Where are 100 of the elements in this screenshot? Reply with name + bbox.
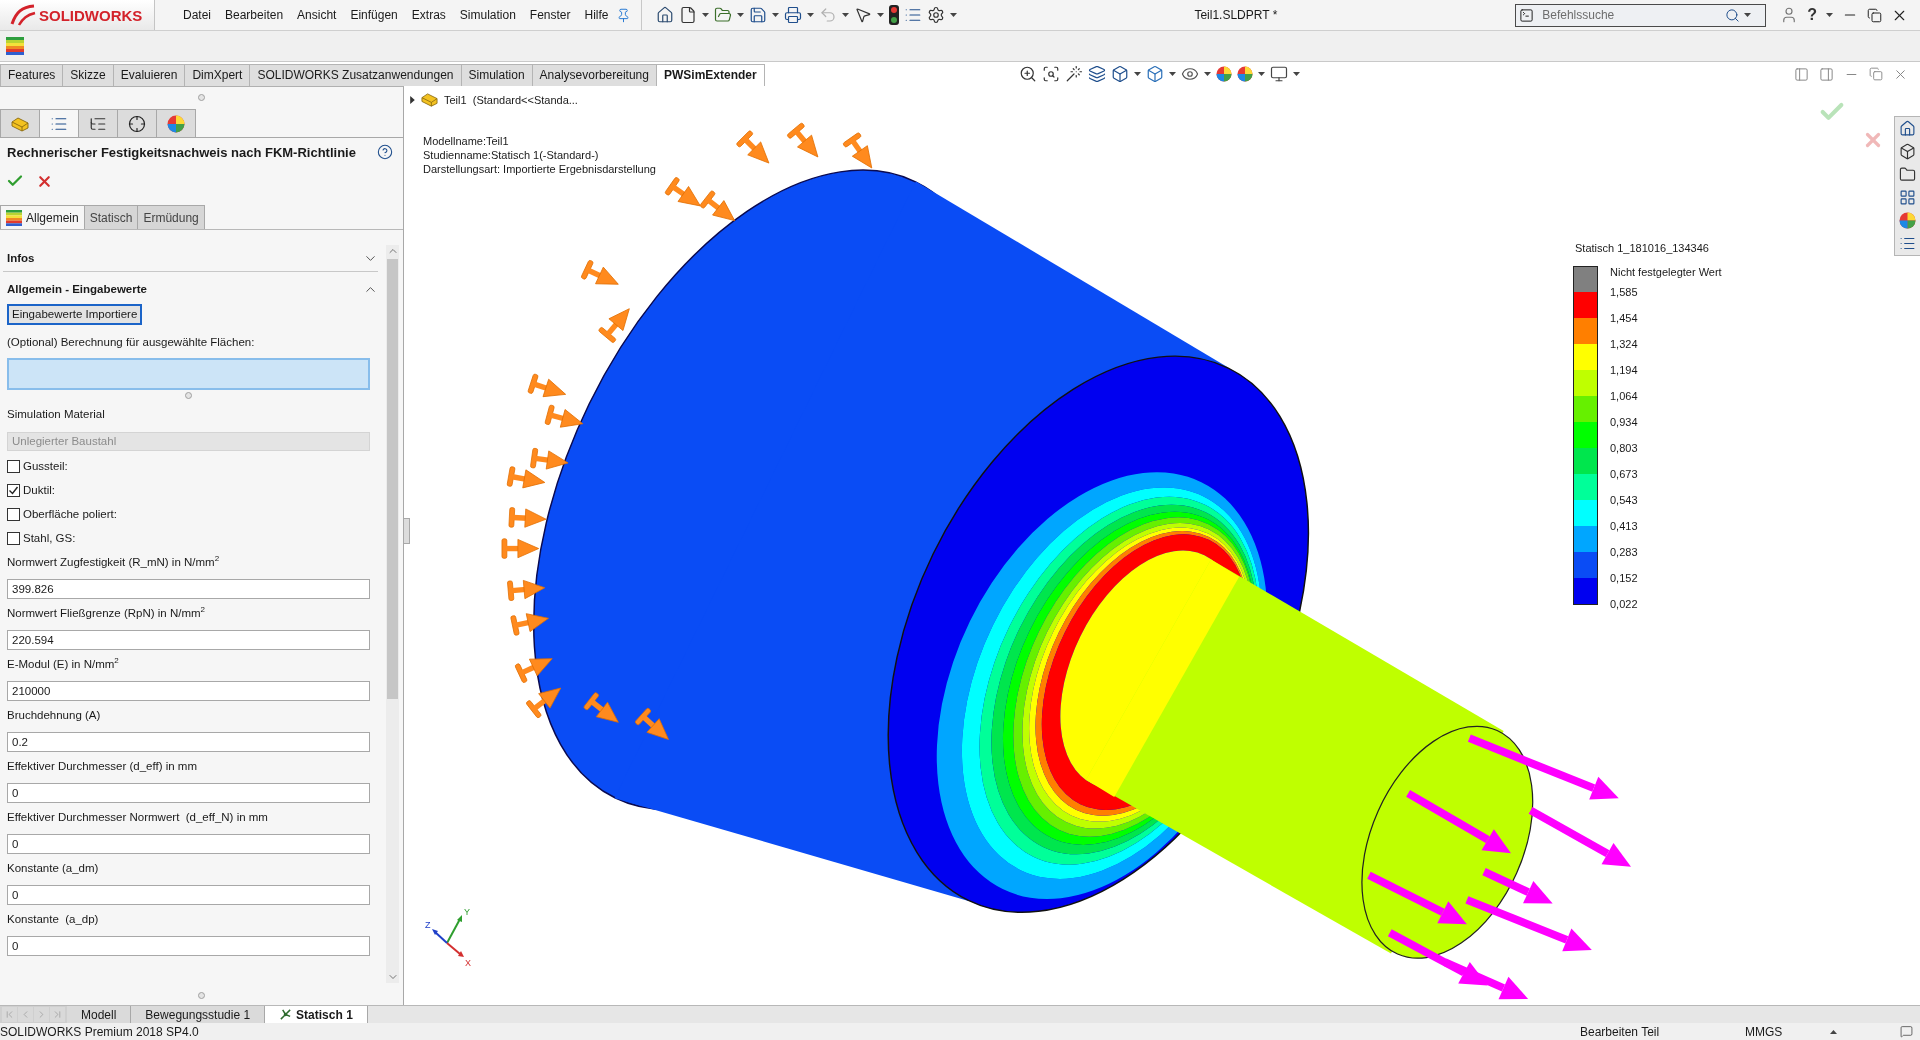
input-field[interactable]: 0: [7, 936, 370, 956]
open-folder-icon[interactable]: [713, 6, 732, 24]
home-icon[interactable]: [655, 6, 674, 24]
layers-icon[interactable]: [1088, 65, 1107, 83]
grip-dot-icon[interactable]: [198, 991, 205, 999]
panel-tab[interactable]: [78, 109, 118, 137]
caret-icon[interactable]: [876, 13, 884, 17]
menu-item[interactable]: Einfügen: [343, 4, 405, 26]
monitor-icon[interactable]: [1270, 65, 1289, 83]
caret-icon[interactable]: [1169, 72, 1177, 76]
caret-icon[interactable]: [1744, 13, 1752, 17]
cube-icon[interactable]: [1111, 65, 1130, 83]
zoom-in-icon[interactable]: [1019, 65, 1038, 83]
checkbox[interactable]: [7, 507, 20, 521]
caret-icon[interactable]: [701, 13, 709, 17]
settings-icon[interactable]: [926, 6, 945, 24]
command-tab[interactable]: Evaluieren: [112, 64, 186, 86]
menu-item[interactable]: Datei: [176, 4, 218, 26]
input-field[interactable]: 399.826: [7, 579, 370, 599]
caret-icon[interactable]: [771, 13, 779, 17]
input-field[interactable]: 220.594: [7, 630, 370, 650]
caret-icon[interactable]: [736, 13, 744, 17]
command-tab[interactable]: Skizze: [62, 64, 114, 86]
cube-icon[interactable]: [1899, 143, 1916, 160]
panel-tab[interactable]: [117, 109, 157, 137]
chat-icon[interactable]: [1900, 1025, 1913, 1038]
model-tab[interactable]: Bewegungsstudie 1: [131, 1006, 266, 1023]
input-field[interactable]: 0: [7, 834, 370, 854]
search-icon[interactable]: [1725, 7, 1741, 23]
caret-icon[interactable]: [1826, 13, 1833, 17]
pin-icon[interactable]: [615, 7, 631, 23]
panel-tab[interactable]: [156, 109, 196, 137]
wand-icon[interactable]: [1065, 65, 1084, 83]
checkbox[interactable]: [7, 483, 20, 497]
grip-dot-icon[interactable]: [198, 94, 205, 101]
menu-item[interactable]: Extras: [404, 4, 453, 26]
home-icon[interactable]: [1899, 120, 1916, 137]
search-field[interactable]: Befehlssuche: [1515, 3, 1767, 27]
pointer-icon[interactable]: [853, 6, 872, 24]
panel-handle-icon[interactable]: [404, 518, 410, 544]
caret-icon[interactable]: [410, 95, 415, 104]
checkbox[interactable]: [7, 459, 20, 473]
list-icon[interactable]: [1899, 235, 1916, 252]
caret-icon[interactable]: [1293, 72, 1301, 76]
panel-tab[interactable]: Statisch: [83, 205, 139, 229]
help-icon[interactable]: [377, 144, 393, 160]
print-icon[interactable]: [783, 6, 802, 24]
panel-tab[interactable]: Allgemein: [0, 205, 85, 229]
menu-item[interactable]: Fenster: [522, 4, 578, 26]
field-label: Simulation Material: [7, 407, 105, 422]
scrollbar-thumb[interactable]: [387, 259, 398, 699]
zoom-area-icon[interactable]: [1042, 65, 1061, 83]
input-field[interactable]: 210000: [7, 681, 370, 701]
input-field[interactable]: 0.2: [7, 732, 370, 752]
caret-icon[interactable]: [1134, 72, 1142, 76]
command-tab[interactable]: DimXpert: [184, 64, 251, 86]
cube-icon[interactable]: [1146, 65, 1165, 83]
scene-ball-icon[interactable]: [1237, 66, 1254, 82]
model-tab[interactable]: Statisch 1: [265, 1006, 368, 1023]
command-tab[interactable]: Simulation: [460, 64, 533, 86]
folder-icon[interactable]: [1899, 166, 1916, 183]
menu-item[interactable]: Hilfe: [577, 4, 616, 26]
new-file-icon[interactable]: [678, 6, 697, 24]
list-icon[interactable]: [903, 6, 922, 24]
checkbox[interactable]: [7, 531, 20, 545]
appearance-ball-icon[interactable]: [1899, 212, 1916, 229]
stripes-icon[interactable]: [6, 37, 24, 55]
tile-left-icon[interactable]: [1794, 66, 1809, 82]
command-tab[interactable]: PWSimExtender: [655, 64, 765, 86]
import-button[interactable]: Eingabewerte Importiere: [7, 304, 143, 325]
tile-right-icon[interactable]: [1819, 66, 1834, 82]
units-text[interactable]: MMGS: [1745, 1024, 1783, 1039]
command-tab[interactable]: Analysevorbereitung: [531, 64, 657, 86]
caret-icon[interactable]: [949, 13, 957, 17]
caret-icon[interactable]: [1258, 72, 1266, 76]
command-tab[interactable]: SOLIDWORKS Zusatzanwendungen: [249, 64, 462, 86]
command-tab[interactable]: Features: [0, 64, 64, 86]
menu-item[interactable]: Bearbeiten: [218, 4, 291, 26]
section-header[interactable]: Infos: [3, 245, 378, 272]
caret-icon[interactable]: [1204, 72, 1212, 76]
tree-item[interactable]: Teil1 (Standard<<Standa...: [444, 93, 578, 106]
eye-icon[interactable]: [1181, 65, 1200, 83]
section-header[interactable]: Allgemein - Eingabewerte: [3, 277, 378, 301]
caret-icon[interactable]: [806, 13, 814, 17]
input-field[interactable]: 0: [7, 885, 370, 905]
scrollbar-track[interactable]: [386, 245, 399, 983]
menu-item[interactable]: Ansicht: [290, 4, 344, 26]
input-field[interactable]: 0: [7, 783, 370, 803]
save-icon[interactable]: [748, 6, 767, 24]
grip-dot-icon[interactable]: [185, 391, 192, 399]
model-tab[interactable]: Modell: [67, 1006, 132, 1023]
traffic-light-icon[interactable]: [888, 5, 899, 25]
caret-icon[interactable]: [1830, 1029, 1837, 1034]
panel-tab[interactable]: Ermüdung: [137, 205, 205, 229]
restore-icon[interactable]: [1867, 7, 1882, 23]
help-button[interactable]: ?: [1807, 6, 1817, 24]
caret-icon[interactable]: [841, 13, 849, 17]
grid-icon[interactable]: [1899, 189, 1916, 206]
appearance-ball-icon[interactable]: [1216, 66, 1233, 82]
menu-item[interactable]: Simulation: [452, 4, 523, 26]
